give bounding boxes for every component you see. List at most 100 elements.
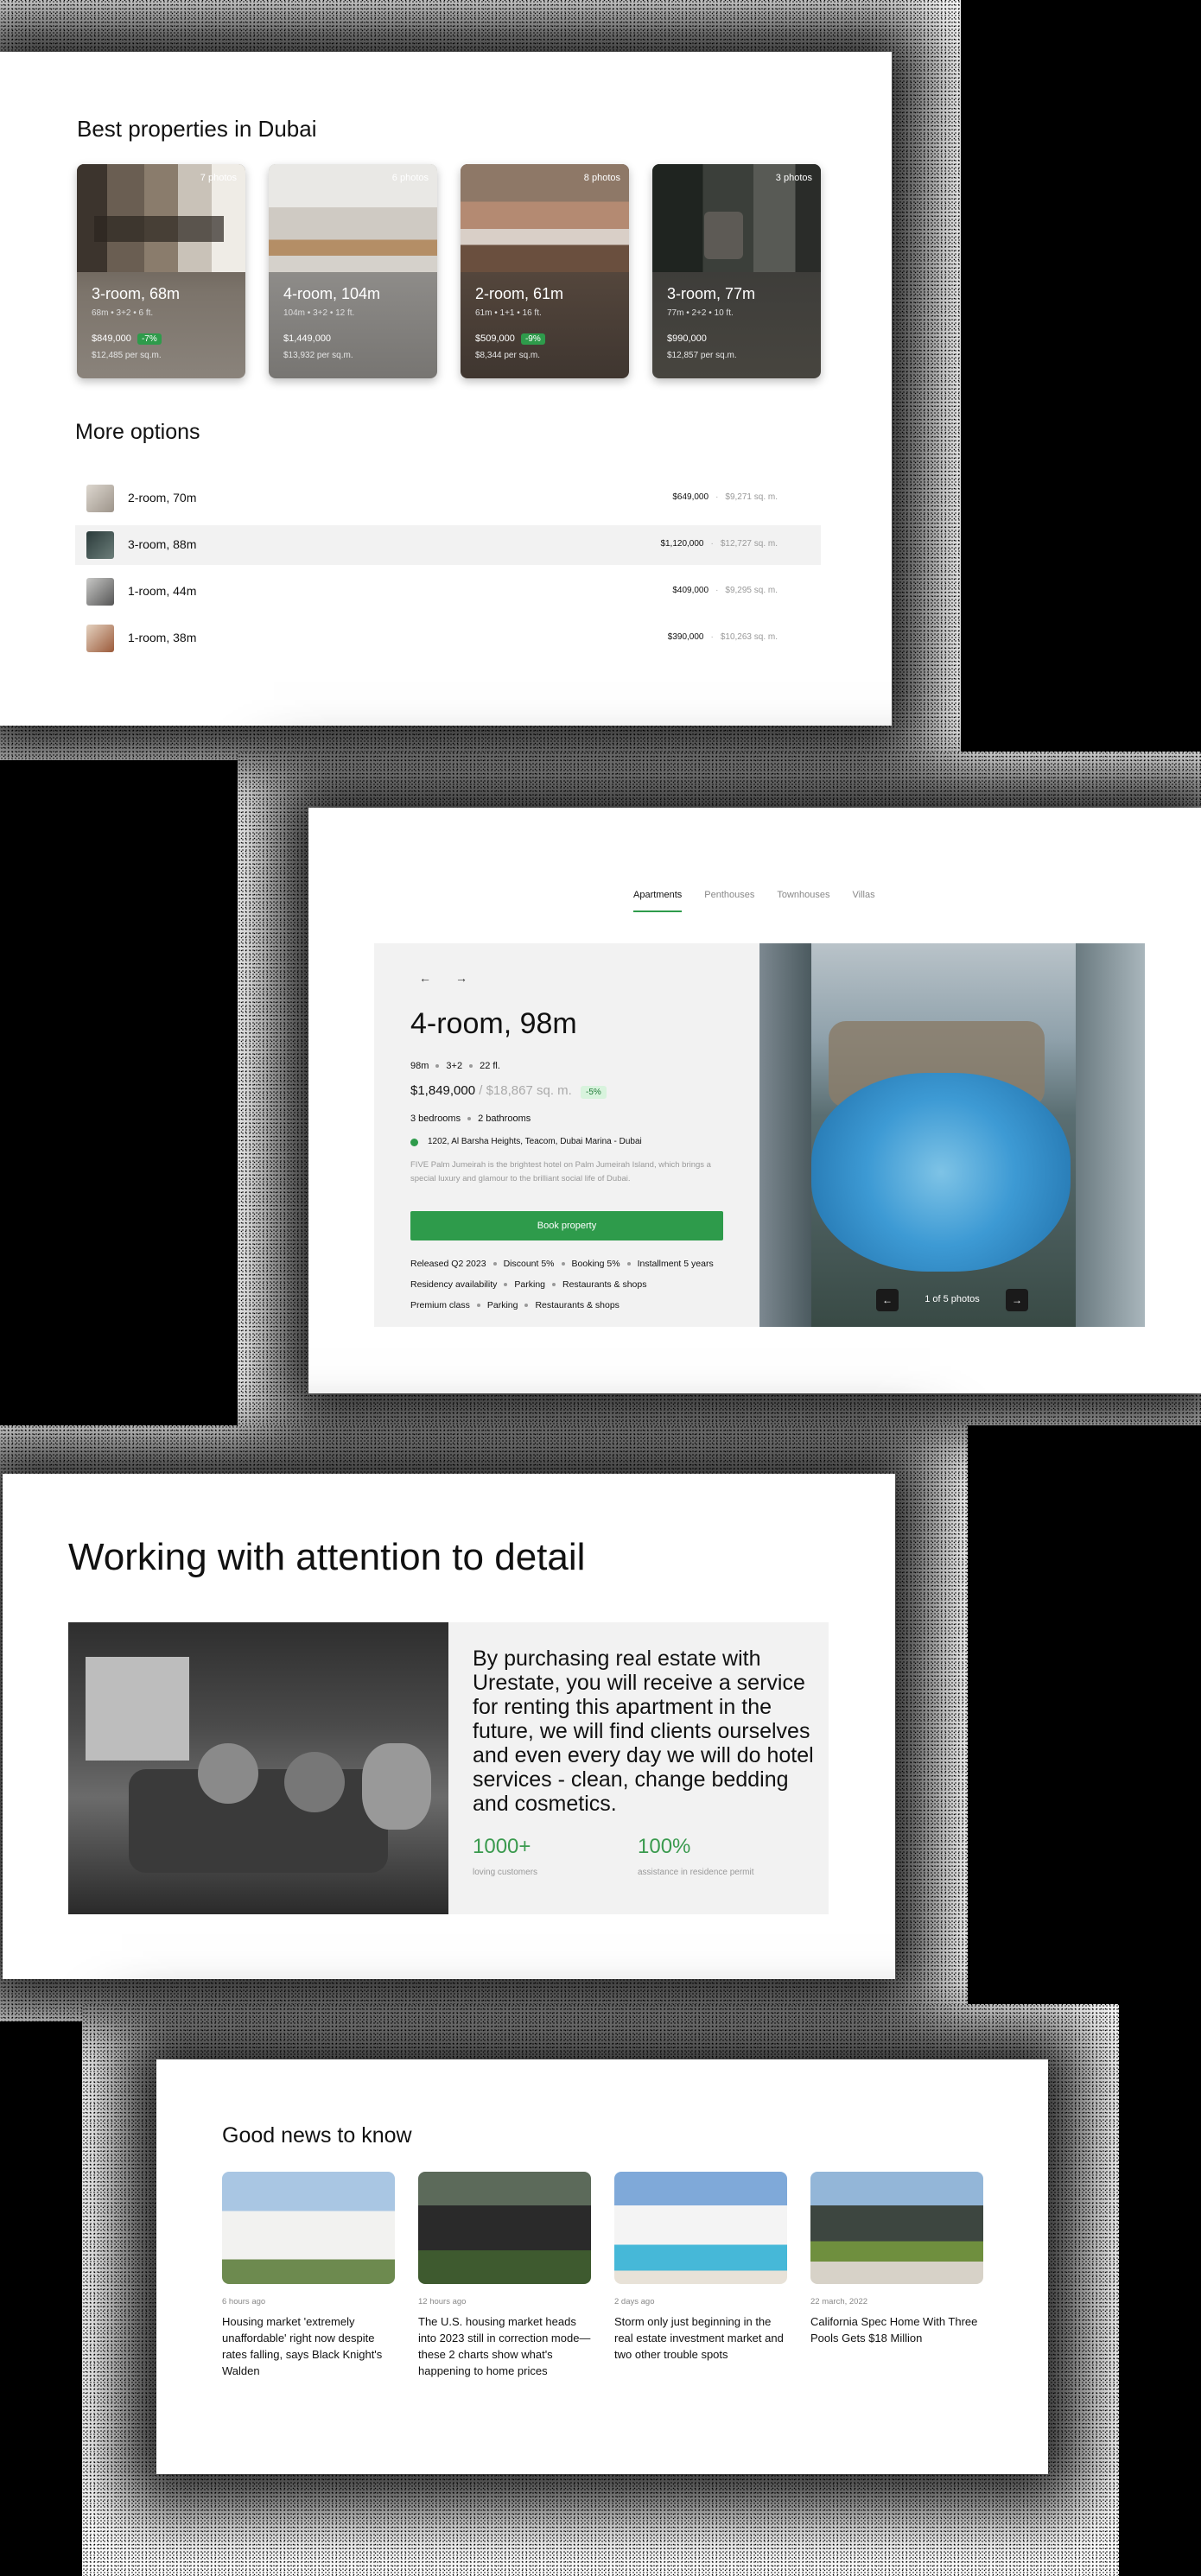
option-thumbnail bbox=[86, 531, 114, 559]
property-title: 4-room, 98m bbox=[410, 1007, 577, 1040]
attention-section: Working with attention to detail By purc… bbox=[3, 1474, 895, 1979]
card-price: $849,000 bbox=[92, 333, 131, 344]
info-panel: By purchasing real estate with Urestate,… bbox=[448, 1622, 829, 1914]
card-per-sqm: $12,485 per sq.m. bbox=[92, 351, 162, 360]
section-title: Working with attention to detail bbox=[68, 1536, 586, 1578]
card-price: $1,449,000 bbox=[283, 333, 332, 344]
option-row[interactable]: 1-room, 44m $409,000 · $9,295 sq. m. bbox=[75, 572, 821, 612]
option-per-sqm: $10,263 sq. m. bbox=[720, 632, 778, 642]
photo-counter: 1 of 5 photos bbox=[925, 1294, 980, 1304]
card-specs: 77m • 2+2 • 10 ft. bbox=[667, 308, 734, 318]
property-card[interactable]: 6 photos 4-room, 104m 104m • 3+2 • 12 ft… bbox=[269, 164, 437, 378]
option-per-sqm: $9,295 sq. m. bbox=[725, 586, 778, 595]
category-tabs: Apartments Penthouses Townhouses Villas bbox=[633, 890, 875, 912]
option-name: 3-room, 88m bbox=[128, 537, 197, 551]
tab-villas[interactable]: Villas bbox=[853, 890, 875, 900]
news-headline: Housing market 'extremely unaffordable' … bbox=[222, 2315, 383, 2377]
card-title: 4-room, 104m bbox=[283, 285, 381, 302]
option-per-sqm: $9,271 sq. m. bbox=[725, 492, 778, 502]
photo-count: 7 photos bbox=[200, 173, 237, 183]
card-title: 3-room, 77m bbox=[667, 285, 756, 302]
property-price: $1,849,000 bbox=[410, 1083, 476, 1098]
card-specs: 104m • 3+2 • 12 ft. bbox=[283, 308, 355, 318]
news-section: Good news to know 6 hours ago Housing ma… bbox=[156, 2059, 1048, 2474]
news-time: 12 hours ago bbox=[418, 2297, 467, 2306]
tab-townhouses[interactable]: Townhouses bbox=[777, 890, 829, 900]
option-price: $409,000 bbox=[672, 586, 709, 595]
property-photo: ← 1 of 5 photos → bbox=[759, 943, 1145, 1327]
card-per-sqm: $13,932 per sq.m. bbox=[283, 351, 353, 360]
card-per-sqm: $12,857 per sq.m. bbox=[667, 351, 737, 360]
service-description: By purchasing real estate with Urestate,… bbox=[473, 1646, 814, 1816]
news-headline: The U.S. housing market heads into 2023 … bbox=[418, 2315, 591, 2377]
stat-label: loving customers bbox=[473, 1868, 538, 1877]
option-row[interactable]: 3-room, 88m $1,120,000 · $12,727 sq. m. bbox=[75, 525, 821, 565]
property-specs: 98m 3+2 22 fl. bbox=[410, 1061, 500, 1071]
property-card[interactable]: 7 photos 3-room, 68m 68m • 3+2 • 6 ft. $… bbox=[77, 164, 245, 378]
section-title: Good news to know bbox=[222, 2123, 412, 2148]
stat-value: 100% bbox=[638, 1835, 691, 1858]
news-image bbox=[418, 2172, 591, 2284]
photo-count: 6 photos bbox=[391, 173, 429, 183]
news-time: 22 march, 2022 bbox=[810, 2297, 868, 2306]
photo-counter-bar: ← 1 of 5 photos → bbox=[876, 1287, 1028, 1313]
rooms-info: 3 bedrooms 2 bathrooms bbox=[410, 1114, 531, 1124]
option-thumbnail bbox=[86, 485, 114, 512]
option-price: $390,000 bbox=[667, 632, 704, 642]
card-title: 2-room, 61m bbox=[475, 285, 564, 302]
stat-value: 1000+ bbox=[473, 1835, 531, 1858]
news-image bbox=[810, 2172, 983, 2284]
news-card[interactable]: 6 hours ago Housing market 'extremely un… bbox=[222, 2172, 395, 2379]
location-pin-icon bbox=[410, 1139, 418, 1146]
property-photo: 7 photos bbox=[77, 164, 245, 272]
option-price: $1,120,000 bbox=[660, 539, 704, 549]
option-row[interactable]: 2-room, 70m $649,000 · $9,271 sq. m. bbox=[75, 479, 821, 518]
section-title: Best properties in Dubai bbox=[77, 116, 317, 142]
arrow-right-icon[interactable]: → bbox=[1006, 1289, 1028, 1311]
description: FIVE Palm Jumeirah is the brightest hote… bbox=[410, 1160, 711, 1183]
news-headline: Storm only just beginning in the real es… bbox=[614, 2315, 784, 2361]
photo-count: 3 photos bbox=[775, 173, 812, 183]
tab-penthouses[interactable]: Penthouses bbox=[704, 890, 754, 900]
stat-label: assistance in residence permit bbox=[638, 1868, 754, 1877]
book-property-button[interactable]: Book property bbox=[410, 1211, 723, 1240]
arrow-left-icon[interactable]: ← bbox=[419, 971, 431, 985]
option-per-sqm: $12,727 sq. m. bbox=[720, 539, 778, 549]
property-card[interactable]: 8 photos 2-room, 61m 61m • 1+1 • 16 ft. … bbox=[461, 164, 629, 378]
card-price: $990,000 bbox=[667, 333, 707, 344]
photo-count: 8 photos bbox=[583, 173, 620, 183]
property-detail-section: Apartments Penthouses Townhouses Villas ← →… bbox=[308, 808, 1201, 1393]
news-image bbox=[222, 2172, 395, 2284]
card-price: $509,000 bbox=[475, 333, 515, 344]
option-thumbnail bbox=[86, 578, 114, 606]
card-specs: 61m • 1+1 • 16 ft. bbox=[475, 308, 542, 318]
more-options-title: More options bbox=[75, 420, 200, 444]
option-price: $649,000 bbox=[672, 492, 709, 502]
card-specs: 68m • 3+2 • 6 ft. bbox=[92, 308, 154, 318]
discount-badge: -5% bbox=[581, 1086, 607, 1099]
property-photo: 3 photos bbox=[652, 164, 821, 272]
address: 1202, Al Barsha Heights, Teacom, Dubai M… bbox=[428, 1137, 642, 1146]
news-time: 6 hours ago bbox=[222, 2297, 266, 2306]
tab-apartments[interactable]: Apartments bbox=[633, 890, 683, 912]
news-image bbox=[614, 2172, 787, 2284]
news-time: 2 days ago bbox=[614, 2297, 655, 2306]
option-name: 1-room, 38m bbox=[128, 631, 197, 644]
price-per-sqm: / $18,867 sq. m. bbox=[479, 1083, 572, 1098]
discount-badge: -9% bbox=[520, 333, 545, 345]
discount-badge: -7% bbox=[137, 333, 162, 345]
pool bbox=[811, 1073, 1071, 1272]
info-panel: ← → 4-room, 98m 98m 3+2 22 fl. $1,849,000 … bbox=[374, 943, 759, 1327]
option-name: 2-room, 70m bbox=[128, 491, 197, 504]
property-photo: 8 photos bbox=[461, 164, 629, 272]
news-card[interactable]: 22 march, 2022 California Spec Home With… bbox=[810, 2172, 983, 2346]
option-row[interactable]: 1-room, 38m $390,000 · $10,263 sq. m. bbox=[75, 619, 821, 658]
arrow-right-icon[interactable]: → bbox=[455, 971, 467, 985]
news-card[interactable]: 12 hours ago The U.S. housing market hea… bbox=[418, 2172, 591, 2379]
news-headline: California Spec Home With Three Pools Ge… bbox=[810, 2315, 978, 2344]
arrow-left-icon[interactable]: ← bbox=[876, 1289, 899, 1311]
property-card[interactable]: 3 photos 3-room, 77m 77m • 2+2 • 10 ft. … bbox=[652, 164, 821, 378]
team-photo bbox=[68, 1622, 448, 1914]
news-card[interactable]: 2 days ago Storm only just beginning in … bbox=[614, 2172, 787, 2363]
feature-list: Released Q2 2023 Discount 5% Booking 5% Ins… bbox=[410, 1259, 714, 1310]
